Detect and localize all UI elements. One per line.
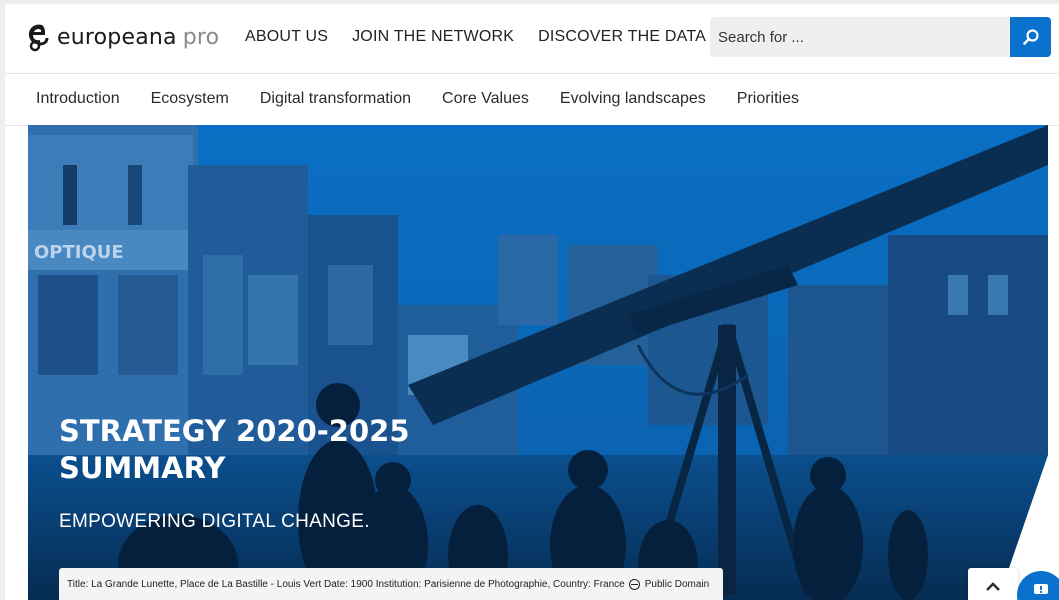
nav-discover-the-data[interactable]: DISCOVER THE DATA [538, 28, 706, 46]
nav-about-us[interactable]: ABOUT US [245, 28, 328, 46]
search-input[interactable] [710, 17, 1011, 57]
strategy-section-navigation: Introduction Ecosystem Digital transform… [5, 74, 1059, 126]
search-box [710, 17, 1051, 57]
hero-subtitle: EMPOWERING DIGITAL CHANGE. [59, 511, 370, 532]
site-header: europeana pro ABOUT US JOIN THE NETWORK D… [5, 4, 1059, 74]
subnav-ecosystem[interactable]: Ecosystem [151, 90, 229, 108]
browser-viewport: europeana pro ABOUT US JOIN THE NETWORK D… [5, 4, 1059, 600]
rights-statement: Public Domain [644, 578, 710, 590]
optique-shop-sign: OPTIQUE [34, 242, 124, 263]
subnav-introduction[interactable]: Introduction [36, 90, 120, 108]
subnav-digital-transformation[interactable]: Digital transformation [260, 90, 411, 108]
logo-text: europeana pro [57, 24, 220, 50]
hero-banner: OPTIQUE STRATEGY 2020-2025 SUMMARY EMPOW… [28, 125, 1048, 600]
subnav-priorities[interactable]: Priorities [737, 90, 799, 108]
chat-icon [1034, 584, 1048, 594]
search-button[interactable] [1010, 17, 1051, 57]
chevron-up-icon [986, 582, 1000, 591]
hero-title: STRATEGY 2020-2025 SUMMARY [59, 413, 410, 487]
subnav-core-values[interactable]: Core Values [442, 90, 529, 108]
subnav-evolving-landscapes[interactable]: Evolving landscapes [560, 90, 706, 108]
public-domain-icon [628, 578, 640, 590]
image-attribution-caption[interactable]: Title: La Grande Lunette, Place de La Ba… [59, 568, 723, 600]
hero-title-line-2: SUMMARY [59, 451, 226, 485]
main-navigation: ABOUT US JOIN THE NETWORK DISCOVER THE D… [245, 28, 706, 46]
caption-text: Title: La Grande Lunette, Place de La Ba… [67, 578, 625, 590]
europeana-pro-logo[interactable]: europeana pro [25, 20, 219, 54]
hero-title-line-1: STRATEGY 2020-2025 [59, 414, 410, 448]
search-icon [1022, 29, 1039, 45]
back-to-top-button[interactable] [968, 568, 1018, 600]
nav-join-the-network[interactable]: JOIN THE NETWORK [352, 28, 514, 46]
europeana-logo-icon [28, 24, 49, 52]
